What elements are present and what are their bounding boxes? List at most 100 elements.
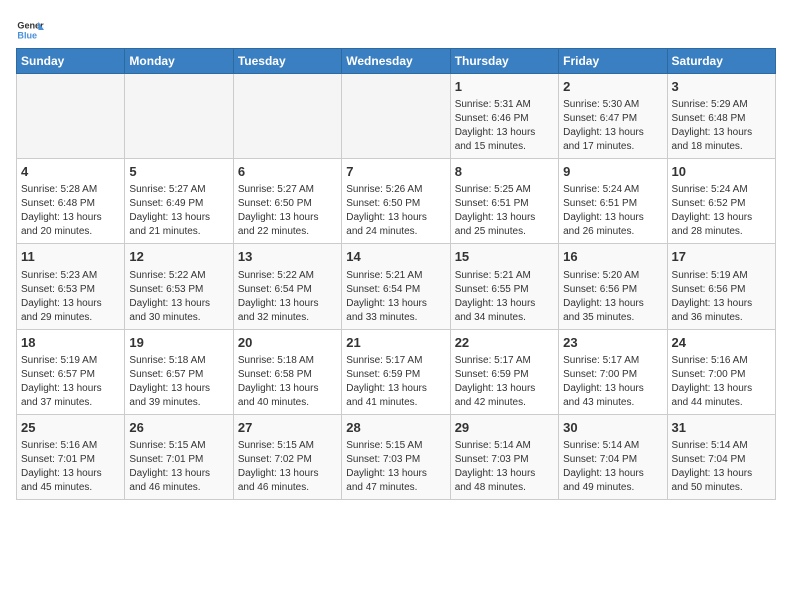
day-info: Sunrise: 5:17 AM Sunset: 6:59 PM Dayligh… bbox=[455, 354, 554, 410]
day-info: Sunrise: 5:22 AM Sunset: 6:54 PM Dayligh… bbox=[238, 269, 337, 325]
day-number: 19 bbox=[129, 334, 228, 352]
day-info: Sunrise: 5:25 AM Sunset: 6:51 PM Dayligh… bbox=[455, 183, 554, 239]
day-number: 25 bbox=[21, 419, 120, 437]
day-number: 16 bbox=[563, 248, 662, 266]
logo: General Blue bbox=[16, 16, 44, 44]
calendar-cell: 29 Sunrise: 5:14 AM Sunset: 7:03 PM Dayli… bbox=[450, 414, 558, 499]
calendar-cell: 26 Sunrise: 5:15 AM Sunset: 7:01 PM Dayli… bbox=[125, 414, 233, 499]
calendar-cell: 16 Sunrise: 5:20 AM Sunset: 6:56 PM Dayli… bbox=[559, 244, 667, 329]
svg-text:Blue: Blue bbox=[17, 30, 37, 40]
day-info: Sunrise: 5:15 AM Sunset: 7:01 PM Dayligh… bbox=[129, 439, 228, 495]
day-number: 5 bbox=[129, 163, 228, 181]
calendar-cell: 10 Sunrise: 5:24 AM Sunset: 6:52 PM Dayli… bbox=[667, 159, 775, 244]
calendar-header: SundayMondayTuesdayWednesdayThursdayFrid… bbox=[17, 49, 776, 74]
calendar-cell: 4 Sunrise: 5:28 AM Sunset: 6:48 PM Daylig… bbox=[17, 159, 125, 244]
day-info: Sunrise: 5:21 AM Sunset: 6:55 PM Dayligh… bbox=[455, 269, 554, 325]
day-number: 29 bbox=[455, 419, 554, 437]
day-info: Sunrise: 5:18 AM Sunset: 6:57 PM Dayligh… bbox=[129, 354, 228, 410]
day-number: 22 bbox=[455, 334, 554, 352]
weekday-header: Saturday bbox=[667, 49, 775, 74]
day-number: 10 bbox=[672, 163, 771, 181]
day-info: Sunrise: 5:17 AM Sunset: 6:59 PM Dayligh… bbox=[346, 354, 445, 410]
calendar-table: SundayMondayTuesdayWednesdayThursdayFrid… bbox=[16, 48, 776, 500]
calendar-cell: 8 Sunrise: 5:25 AM Sunset: 6:51 PM Daylig… bbox=[450, 159, 558, 244]
calendar-cell: 5Sunrise: 5:27 AM Sunset: 6:49 PM Daylig… bbox=[125, 159, 233, 244]
day-number: 3 bbox=[672, 78, 771, 96]
day-info: Sunrise: 5:18 AM Sunset: 6:58 PM Dayligh… bbox=[238, 354, 337, 410]
day-number: 9 bbox=[563, 163, 662, 181]
weekday-header: Tuesday bbox=[233, 49, 341, 74]
day-info: Sunrise: 5:24 AM Sunset: 6:51 PM Dayligh… bbox=[563, 183, 662, 239]
day-number: 23 bbox=[563, 334, 662, 352]
calendar-cell: 15 Sunrise: 5:21 AM Sunset: 6:55 PM Dayli… bbox=[450, 244, 558, 329]
calendar-cell: 19 Sunrise: 5:18 AM Sunset: 6:57 PM Dayli… bbox=[125, 329, 233, 414]
logo-icon: General Blue bbox=[16, 16, 44, 44]
day-info: Sunrise: 5:31 AM Sunset: 6:46 PM Dayligh… bbox=[455, 98, 554, 154]
day-number: 4 bbox=[21, 163, 120, 181]
day-info: Sunrise: 5:27 AM Sunset: 6:50 PM Dayligh… bbox=[238, 183, 337, 239]
day-number: 11 bbox=[21, 248, 120, 266]
calendar-cell: 14 Sunrise: 5:21 AM Sunset: 6:54 PM Dayli… bbox=[342, 244, 450, 329]
day-number: 14 bbox=[346, 248, 445, 266]
day-number: 8 bbox=[455, 163, 554, 181]
calendar-cell: 13 Sunrise: 5:22 AM Sunset: 6:54 PM Dayli… bbox=[233, 244, 341, 329]
day-number: 20 bbox=[238, 334, 337, 352]
calendar-cell: 22 Sunrise: 5:17 AM Sunset: 6:59 PM Dayli… bbox=[450, 329, 558, 414]
calendar-cell: 23 Sunrise: 5:17 AM Sunset: 7:00 PM Dayli… bbox=[559, 329, 667, 414]
day-number: 26 bbox=[129, 419, 228, 437]
calendar-cell bbox=[342, 74, 450, 159]
day-number: 2 bbox=[563, 78, 662, 96]
day-number: 13 bbox=[238, 248, 337, 266]
weekday-header: Friday bbox=[559, 49, 667, 74]
day-number: 7 bbox=[346, 163, 445, 181]
day-info: Sunrise: 5:15 AM Sunset: 7:03 PM Dayligh… bbox=[346, 439, 445, 495]
calendar-cell: 9 Sunrise: 5:24 AM Sunset: 6:51 PM Daylig… bbox=[559, 159, 667, 244]
weekday-header: Thursday bbox=[450, 49, 558, 74]
calendar-cell: 6Sunrise: 5:27 AM Sunset: 6:50 PM Daylig… bbox=[233, 159, 341, 244]
calendar-cell: 1 Sunrise: 5:31 AM Sunset: 6:46 PM Daylig… bbox=[450, 74, 558, 159]
day-info: Sunrise: 5:19 AM Sunset: 6:56 PM Dayligh… bbox=[672, 269, 771, 325]
day-info: Sunrise: 5:24 AM Sunset: 6:52 PM Dayligh… bbox=[672, 183, 771, 239]
day-number: 1 bbox=[455, 78, 554, 96]
day-info: Sunrise: 5:28 AM Sunset: 6:48 PM Dayligh… bbox=[21, 183, 120, 239]
day-info: Sunrise: 5:14 AM Sunset: 7:04 PM Dayligh… bbox=[563, 439, 662, 495]
calendar-cell: 2 Sunrise: 5:30 AM Sunset: 6:47 PM Daylig… bbox=[559, 74, 667, 159]
day-info: Sunrise: 5:17 AM Sunset: 7:00 PM Dayligh… bbox=[563, 354, 662, 410]
day-info: Sunrise: 5:16 AM Sunset: 7:00 PM Dayligh… bbox=[672, 354, 771, 410]
calendar-cell: 7 Sunrise: 5:26 AM Sunset: 6:50 PM Daylig… bbox=[342, 159, 450, 244]
day-info: Sunrise: 5:20 AM Sunset: 6:56 PM Dayligh… bbox=[563, 269, 662, 325]
calendar-cell: 3 Sunrise: 5:29 AM Sunset: 6:48 PM Daylig… bbox=[667, 74, 775, 159]
day-number: 28 bbox=[346, 419, 445, 437]
day-info: Sunrise: 5:15 AM Sunset: 7:02 PM Dayligh… bbox=[238, 439, 337, 495]
calendar-cell bbox=[125, 74, 233, 159]
weekday-header: Monday bbox=[125, 49, 233, 74]
day-number: 15 bbox=[455, 248, 554, 266]
day-number: 31 bbox=[672, 419, 771, 437]
calendar-cell: 27 Sunrise: 5:15 AM Sunset: 7:02 PM Dayli… bbox=[233, 414, 341, 499]
calendar-cell: 20 Sunrise: 5:18 AM Sunset: 6:58 PM Dayli… bbox=[233, 329, 341, 414]
calendar-cell: 28 Sunrise: 5:15 AM Sunset: 7:03 PM Dayli… bbox=[342, 414, 450, 499]
weekday-header: Wednesday bbox=[342, 49, 450, 74]
calendar-cell: 30 Sunrise: 5:14 AM Sunset: 7:04 PM Dayli… bbox=[559, 414, 667, 499]
calendar-cell: 31Sunrise: 5:14 AM Sunset: 7:04 PM Dayli… bbox=[667, 414, 775, 499]
weekday-header: Sunday bbox=[17, 49, 125, 74]
calendar-cell: 18Sunrise: 5:19 AM Sunset: 6:57 PM Dayli… bbox=[17, 329, 125, 414]
day-info: Sunrise: 5:21 AM Sunset: 6:54 PM Dayligh… bbox=[346, 269, 445, 325]
day-info: Sunrise: 5:23 AM Sunset: 6:53 PM Dayligh… bbox=[21, 269, 120, 325]
calendar-cell: 12 Sunrise: 5:22 AM Sunset: 6:53 PM Dayli… bbox=[125, 244, 233, 329]
calendar-cell: 11 Sunrise: 5:23 AM Sunset: 6:53 PM Dayli… bbox=[17, 244, 125, 329]
day-info: Sunrise: 5:16 AM Sunset: 7:01 PM Dayligh… bbox=[21, 439, 120, 495]
day-info: Sunrise: 5:26 AM Sunset: 6:50 PM Dayligh… bbox=[346, 183, 445, 239]
calendar-cell: 25 Sunrise: 5:16 AM Sunset: 7:01 PM Dayli… bbox=[17, 414, 125, 499]
calendar-cell bbox=[233, 74, 341, 159]
day-number: 30 bbox=[563, 419, 662, 437]
day-number: 12 bbox=[129, 248, 228, 266]
day-info: Sunrise: 5:22 AM Sunset: 6:53 PM Dayligh… bbox=[129, 269, 228, 325]
calendar-cell: 17 Sunrise: 5:19 AM Sunset: 6:56 PM Dayli… bbox=[667, 244, 775, 329]
day-number: 27 bbox=[238, 419, 337, 437]
day-info: Sunrise: 5:29 AM Sunset: 6:48 PM Dayligh… bbox=[672, 98, 771, 154]
day-info: Sunrise: 5:30 AM Sunset: 6:47 PM Dayligh… bbox=[563, 98, 662, 154]
day-info: Sunrise: 5:19 AM Sunset: 6:57 PM Dayligh… bbox=[21, 354, 120, 410]
day-info: Sunrise: 5:14 AM Sunset: 7:03 PM Dayligh… bbox=[455, 439, 554, 495]
day-number: 17 bbox=[672, 248, 771, 266]
